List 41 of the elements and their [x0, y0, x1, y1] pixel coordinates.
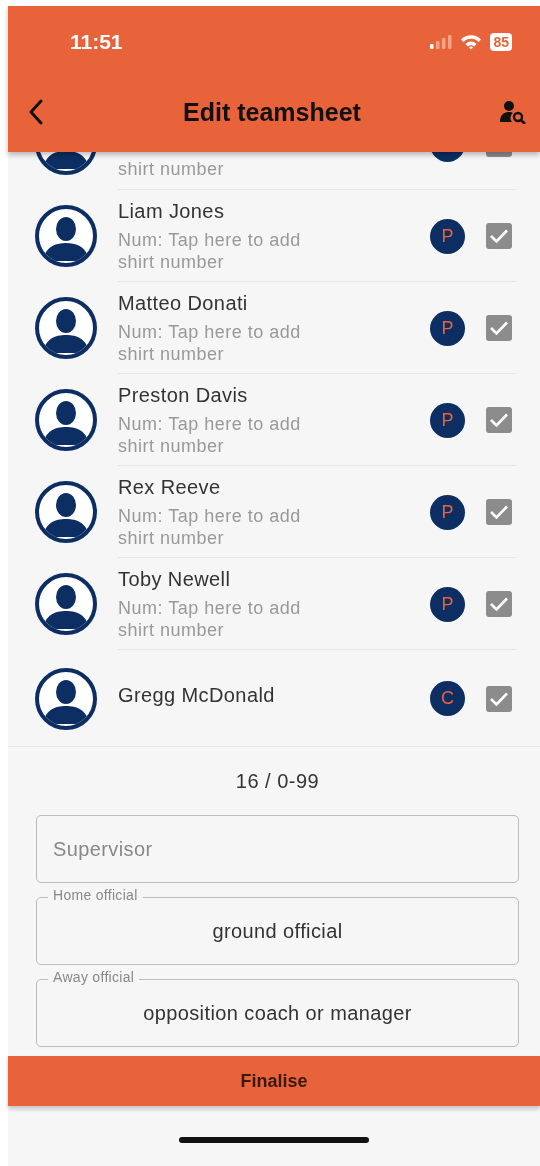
role-badge: P	[430, 402, 465, 438]
role-badge: P	[430, 494, 465, 530]
checkbox[interactable]	[486, 223, 512, 249]
checkbox[interactable]	[486, 315, 512, 341]
player-name: Matteo Donati	[118, 291, 249, 315]
avatar-icon	[35, 667, 97, 730]
player-name: Gregg McDonald	[118, 684, 276, 707]
player-name: Preston Davis	[118, 383, 249, 407]
checkbox[interactable]	[486, 407, 512, 433]
player-row[interactable]: Preston Davis Num: Tap here to add shirt number P	[8, 374, 540, 466]
player-row[interactable]: Gregg McDonald C	[8, 650, 540, 747]
player-name: Toby Newell	[118, 567, 232, 591]
role-badge: C	[430, 681, 465, 716]
avatar-icon	[35, 389, 97, 451]
screen-title: Edit teamsheet	[183, 97, 361, 127]
avatar-icon	[35, 205, 97, 267]
field-label: Home official	[48, 887, 143, 903]
avatar-icon	[35, 297, 97, 359]
finalise-button[interactable]: Finalise	[8, 1056, 540, 1106]
player-row[interactable]: Rex Reeve Num: Tap here to add shirt number P	[8, 466, 540, 558]
player-count: 16 / 0-99	[234, 770, 321, 793]
status-time: 11:51	[70, 30, 123, 54]
player-row[interactable]: Matteo Donati Num: Tap here to add shirt number P	[8, 282, 540, 374]
checkbox[interactable]	[486, 685, 512, 712]
checkbox[interactable]	[486, 591, 512, 617]
player-name: Rex Reeve	[118, 475, 222, 499]
wifi-icon	[460, 34, 483, 50]
player-row[interactable]: Liam Jones Num: Tap here to add shirt number P	[8, 190, 540, 282]
supervisor-field[interactable]: Supervisor	[36, 815, 519, 883]
field-label: Away official	[48, 969, 140, 985]
player-row[interactable]: Toby Newell Num: Tap here to add shirt number P	[8, 558, 540, 650]
avatar-icon	[35, 481, 97, 543]
player-name: Liam Jones	[118, 199, 226, 223]
signal-icon	[430, 35, 453, 49]
role-badge: P	[430, 586, 465, 622]
checkbox[interactable]	[486, 499, 512, 525]
battery-indicator: 85	[490, 33, 512, 51]
role-badge: P	[430, 310, 465, 346]
person-search-icon[interactable]	[498, 98, 528, 126]
role-badge: P	[430, 218, 465, 254]
avatar-icon	[35, 573, 97, 635]
